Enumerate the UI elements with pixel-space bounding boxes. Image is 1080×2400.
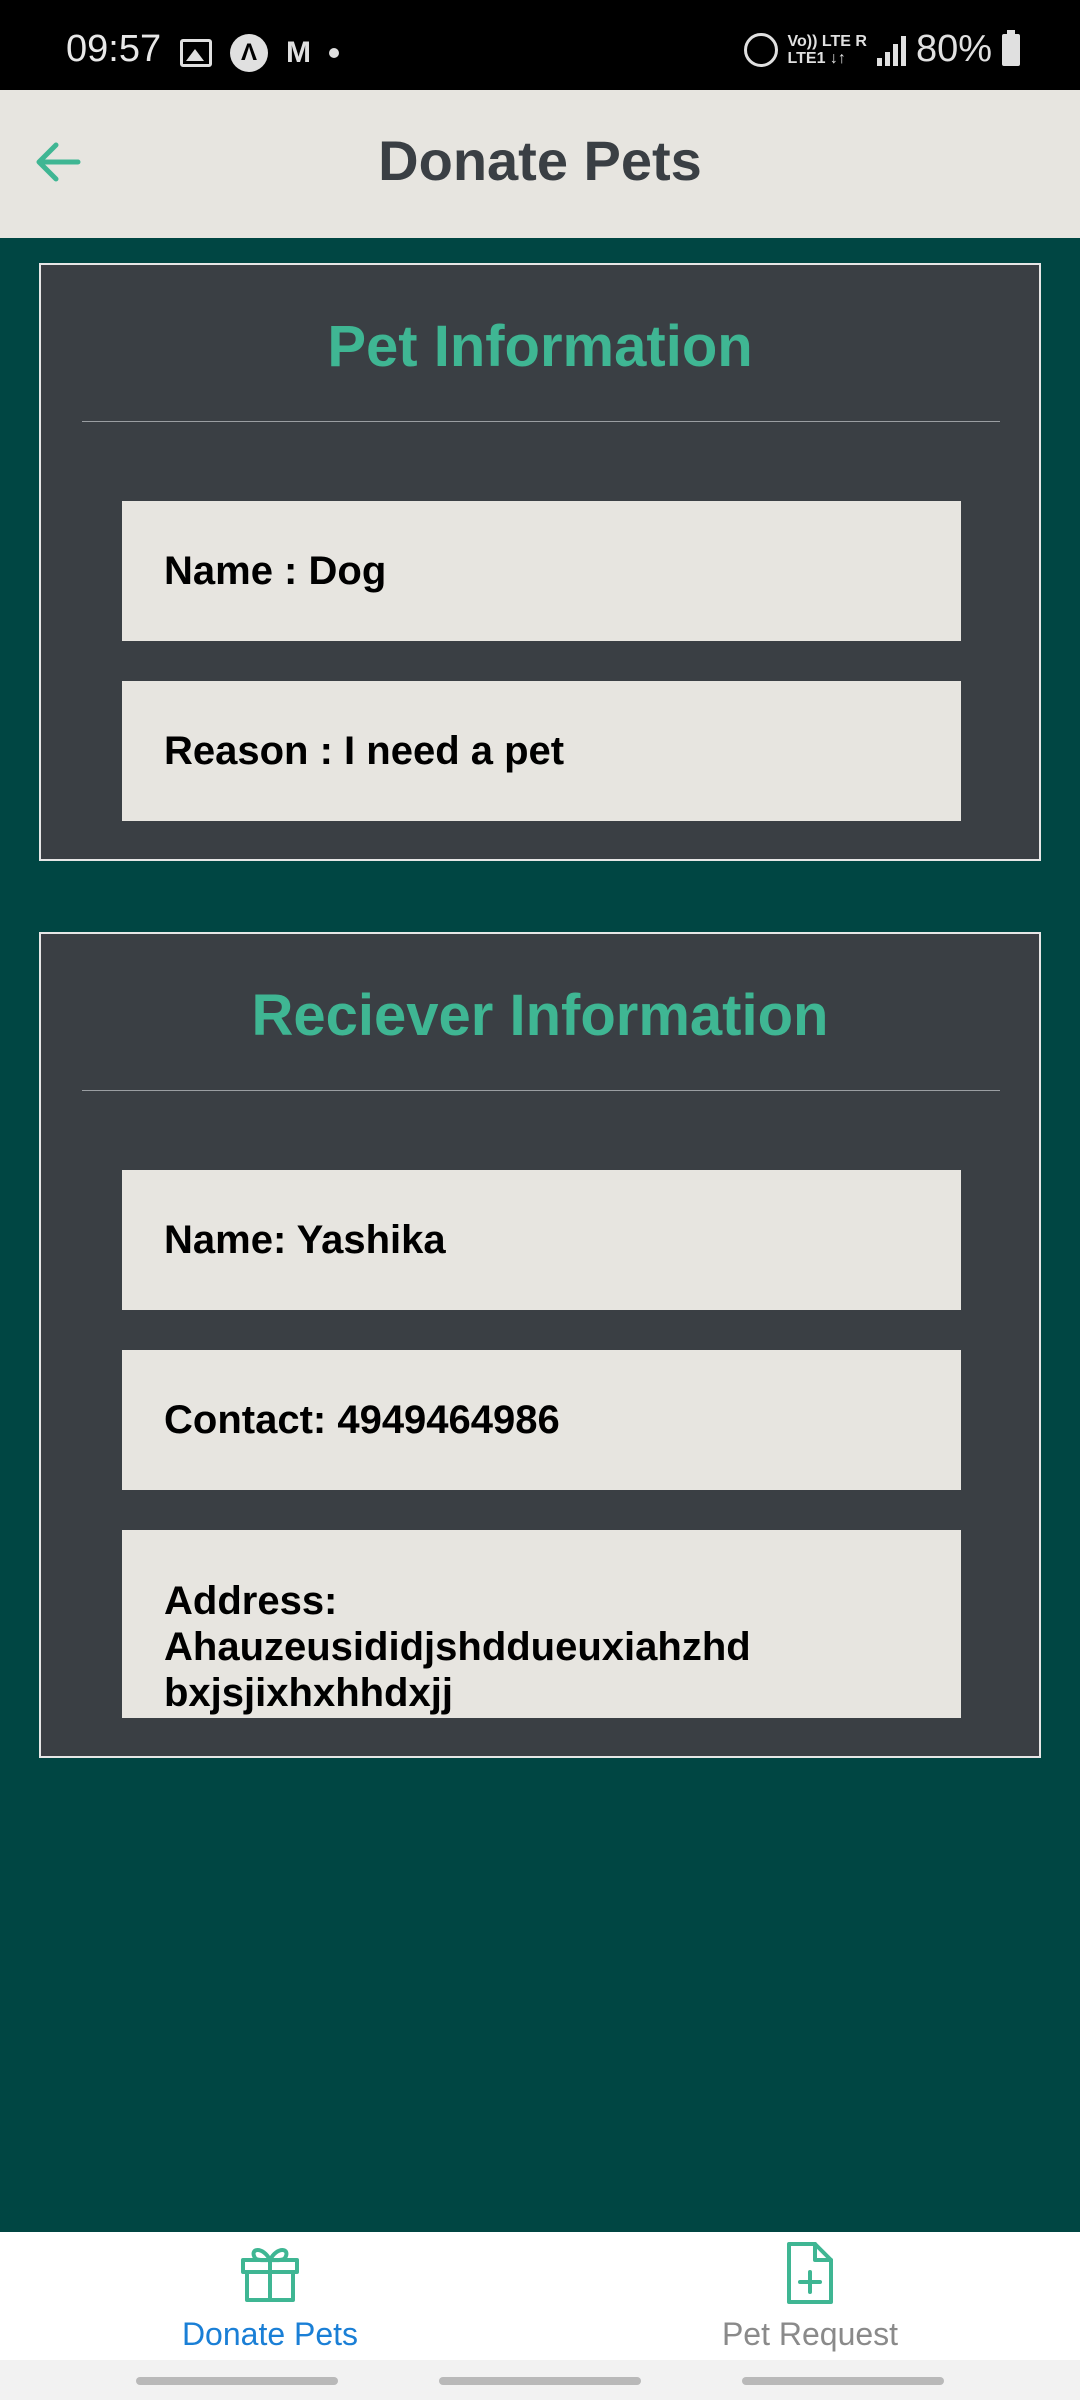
nav-label-pet-request: Pet Request (721, 2316, 899, 2352)
notification-icons: Λ M (180, 34, 339, 72)
battery-icon (1002, 29, 1020, 66)
divider (82, 1090, 1000, 1091)
receiver-information-card: Reciever Information Name: Yashika Conta… (39, 932, 1041, 1758)
nav-label-donate-pets: Donate Pets (181, 2316, 359, 2352)
pet-name-field: Name : Dog (122, 501, 961, 641)
alarm-icon (743, 32, 778, 67)
gift-icon (241, 2248, 299, 2302)
gesture-handle[interactable] (742, 2377, 944, 2385)
signal-icon (876, 34, 906, 66)
pet-information-title: Pet Information (327, 314, 753, 379)
receiver-address-field: Address: Ahauzeusididjshddueuxiahzhd bxj… (122, 1530, 961, 1718)
file-plus-icon (787, 2242, 833, 2304)
gesture-bar (0, 2360, 1080, 2400)
pet-information-card: Pet Information Name : Dog Reason : I ne… (39, 263, 1041, 861)
receiver-name-field: Name: Yashika (122, 1170, 961, 1310)
page-title: Donate Pets (378, 129, 702, 192)
system-icons: Vo)) LTE R LTE1 ↓↑ 80% (743, 28, 1020, 71)
mail-icon: M (286, 36, 311, 69)
bottom-navigation: Donate Pets Pet Request (0, 2232, 1080, 2360)
divider (82, 421, 1000, 422)
status-time: 09:57 (66, 28, 162, 70)
receiver-information-title: Reciever Information (251, 983, 829, 1048)
nav-item-pet-request[interactable]: Pet Request (540, 2232, 1080, 2360)
address-line-1: Address: Ahauzeusididjshddueuxiahzhd (164, 1579, 751, 1669)
pet-reason-field: Reason : I need a pet (122, 681, 961, 821)
gesture-handle[interactable] (439, 2377, 641, 2385)
gesture-handle[interactable] (136, 2377, 338, 2385)
gallery-icon (180, 39, 212, 67)
battery-percent: 80% (915, 28, 992, 70)
more-notifications-icon (329, 48, 339, 58)
app-notification-icon: Λ (230, 34, 268, 72)
address-line-2: bxjsjixhxhhdxjj (164, 1671, 453, 1715)
network-indicator: Vo)) LTE R LTE1 ↓↑ (787, 32, 867, 67)
status-bar: 09:57 Λ M Vo)) LTE R LTE1 ↓↑ 80% (0, 0, 1080, 90)
receiver-contact-field: Contact: 4949464986 (122, 1350, 961, 1490)
nav-item-donate-pets[interactable]: Donate Pets (0, 2232, 540, 2360)
app-bar: Donate Pets (0, 90, 1080, 238)
